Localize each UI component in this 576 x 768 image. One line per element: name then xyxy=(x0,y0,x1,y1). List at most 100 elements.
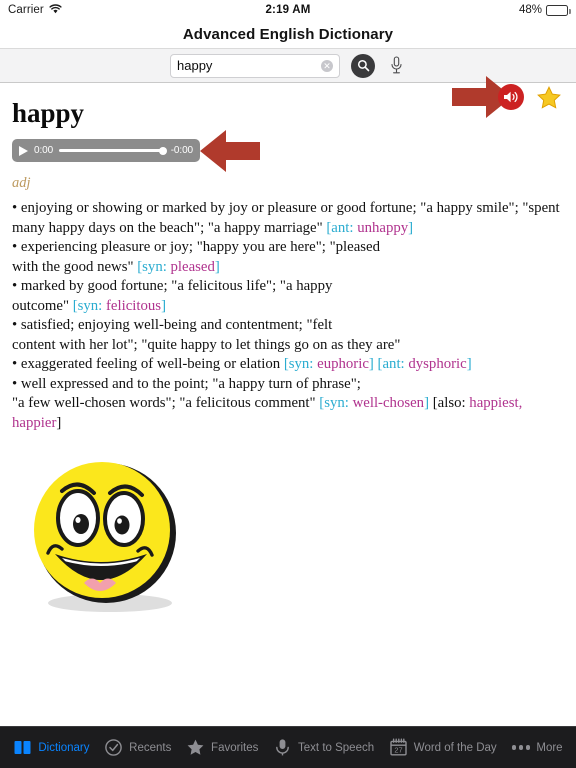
tab-text-to-speech[interactable]: Text to Speech xyxy=(271,738,376,757)
arrow-left-annotation xyxy=(198,126,260,176)
definition-text: • marked by good fortune; "a felicitous … xyxy=(12,278,333,295)
definition-line: • marked by good fortune; "a felicitous … xyxy=(12,277,564,297)
also-close: ] xyxy=(56,414,62,431)
clock-icon xyxy=(104,738,123,757)
search-icon xyxy=(357,59,369,72)
cross-reference-term[interactable]: euphoric xyxy=(317,356,369,372)
definition-text: content with her lot"; "quite happy to l… xyxy=(12,336,401,353)
tab-label: Text to Speech xyxy=(298,741,375,754)
cross-reference-tag: [ant: xyxy=(377,356,409,373)
microphone-icon xyxy=(390,56,402,74)
cross-reference-close: ] xyxy=(466,356,472,373)
also-label: [also: xyxy=(432,395,470,412)
definition-text: with the good news" xyxy=(12,258,138,275)
definition-line: many happy days on the beach"; "a happy … xyxy=(12,219,564,239)
definition-text: • satisfied; enjoying well-being and con… xyxy=(12,317,333,334)
tab-label: Dictionary xyxy=(38,741,90,754)
voice-search-button[interactable] xyxy=(386,54,406,78)
tab-label: Recents xyxy=(129,741,172,754)
tab-label: Favorites xyxy=(211,741,259,754)
star-icon xyxy=(187,739,204,755)
definition-text: • enjoying or showing or marked by joy o… xyxy=(12,200,560,216)
cross-reference-close: ] xyxy=(368,356,374,373)
definition-text: • experiencing pleasure or joy; "happy y… xyxy=(12,239,381,256)
star-icon xyxy=(537,85,561,109)
book-icon xyxy=(14,741,31,754)
cross-reference-close: ] xyxy=(161,297,166,314)
tab-label: More xyxy=(536,741,563,754)
part-of-speech: adj xyxy=(12,175,31,191)
speaker-icon xyxy=(504,91,518,103)
cross-reference-tag: [syn: xyxy=(137,258,171,275)
mic-icon xyxy=(276,739,289,756)
definition-line: • experiencing pleasure or joy; "happy y… xyxy=(12,238,564,258)
cross-reference-close: ] xyxy=(424,395,430,412)
definition-line: content with her lot"; "quite happy to l… xyxy=(12,336,564,356)
tab-favorites[interactable]: Favorites xyxy=(184,738,260,757)
book-icon xyxy=(13,738,32,757)
definition-sense: • enjoying or showing or marked by joy o… xyxy=(12,199,564,238)
cross-reference-close: ] xyxy=(408,219,414,236)
cross-reference-term[interactable]: well-chosen xyxy=(353,395,425,411)
battery-percent-label: 48% xyxy=(518,4,542,16)
audio-progress-knob[interactable] xyxy=(158,146,167,155)
audio-progress-slider[interactable] xyxy=(59,146,167,155)
definition-line: "a few well-chosen words"; "a felicitous… xyxy=(12,394,564,433)
status-bar: Carrier 2:19 AM 48% xyxy=(0,0,576,20)
cross-reference-term[interactable]: pleased xyxy=(171,259,215,275)
definition-line: • satisfied; enjoying well-being and con… xyxy=(12,316,564,336)
definition-line: • enjoying or showing or marked by joy o… xyxy=(12,199,564,219)
tab-label: Word of the Day xyxy=(413,741,497,754)
cross-reference-tag: [syn: xyxy=(319,395,353,412)
mic-icon xyxy=(273,738,292,757)
status-time: 2:19 AM xyxy=(265,4,311,16)
navigation-bar: Advanced English Dictionary xyxy=(0,20,576,48)
page-title: Advanced English Dictionary xyxy=(182,25,394,43)
definition-sense: • experiencing pleasure or joy; "happy y… xyxy=(12,238,564,277)
svg-text:27: 27 xyxy=(394,745,402,754)
calendar-icon: 27 xyxy=(389,738,408,757)
tab-more[interactable]: More xyxy=(509,738,564,757)
tab-word-of-the-day[interactable]: 27 Word of the Day xyxy=(387,738,499,757)
cross-reference-term[interactable]: felicitous xyxy=(106,298,161,314)
definition-sense: • marked by good fortune; "a felicitous … xyxy=(12,277,564,316)
definition-sense: • well expressed and to the point; "a ha… xyxy=(12,375,564,434)
definition-sense: • satisfied; enjoying well-being and con… xyxy=(12,316,564,355)
pronounce-button[interactable] xyxy=(498,84,524,110)
search-input[interactable]: happy ✕ xyxy=(170,53,340,78)
cross-reference-tag: [ant: xyxy=(326,219,358,236)
search-input-value: happy xyxy=(177,58,213,73)
audio-player[interactable]: 0:00 -0:00 xyxy=(12,139,200,162)
audio-remaining-time: -0:00 xyxy=(170,145,193,156)
battery-icon xyxy=(546,4,571,16)
clock-icon xyxy=(105,739,122,756)
tab-dictionary[interactable]: Dictionary xyxy=(11,738,91,757)
definitions-list: • enjoying or showing or marked by joy o… xyxy=(12,199,564,433)
cross-reference-tag: [syn: xyxy=(283,356,318,373)
tab-recents[interactable]: Recents xyxy=(102,738,173,757)
status-bar-right: 48% xyxy=(518,4,571,16)
ellipsis-icon xyxy=(511,738,531,757)
definition-text: many happy days on the beach"; "a happy … xyxy=(12,219,327,236)
star-icon xyxy=(186,738,205,757)
definition-text: outcome" xyxy=(12,297,73,314)
search-button[interactable] xyxy=(351,53,375,78)
entry-content: happy 0:00 -0:00 adj • enjoying or showi… xyxy=(0,84,576,726)
clear-icon[interactable]: ✕ xyxy=(321,59,333,72)
cross-reference-term[interactable]: unhappy xyxy=(357,220,408,236)
favorite-button[interactable] xyxy=(536,84,562,110)
cross-reference-term[interactable]: dysphoric xyxy=(408,356,466,372)
definition-text: • well expressed and to the point; "a ha… xyxy=(12,375,361,392)
definition-line: outcome" [syn: felicitous] xyxy=(12,297,564,317)
smiley-face-illustration xyxy=(22,455,194,617)
entry-action-row xyxy=(498,84,562,110)
definition-line: with the good news" [syn: pleased] xyxy=(12,258,564,278)
definition-line: • well expressed and to the point; "a ha… xyxy=(12,375,564,395)
definition-line: • exaggerated feeling of well-being or e… xyxy=(12,355,564,375)
definition-text: "a few well-chosen words"; "a felicitous… xyxy=(12,395,320,412)
definition-text: • exaggerated feeling of well-being or e… xyxy=(12,356,284,373)
bottom-tab-bar: Dictionary Recents Favorites Text to Speech… xyxy=(0,726,576,768)
audio-elapsed-time: 0:00 xyxy=(34,145,54,156)
play-icon[interactable] xyxy=(19,145,28,156)
calendar-icon: 27 xyxy=(390,738,407,756)
